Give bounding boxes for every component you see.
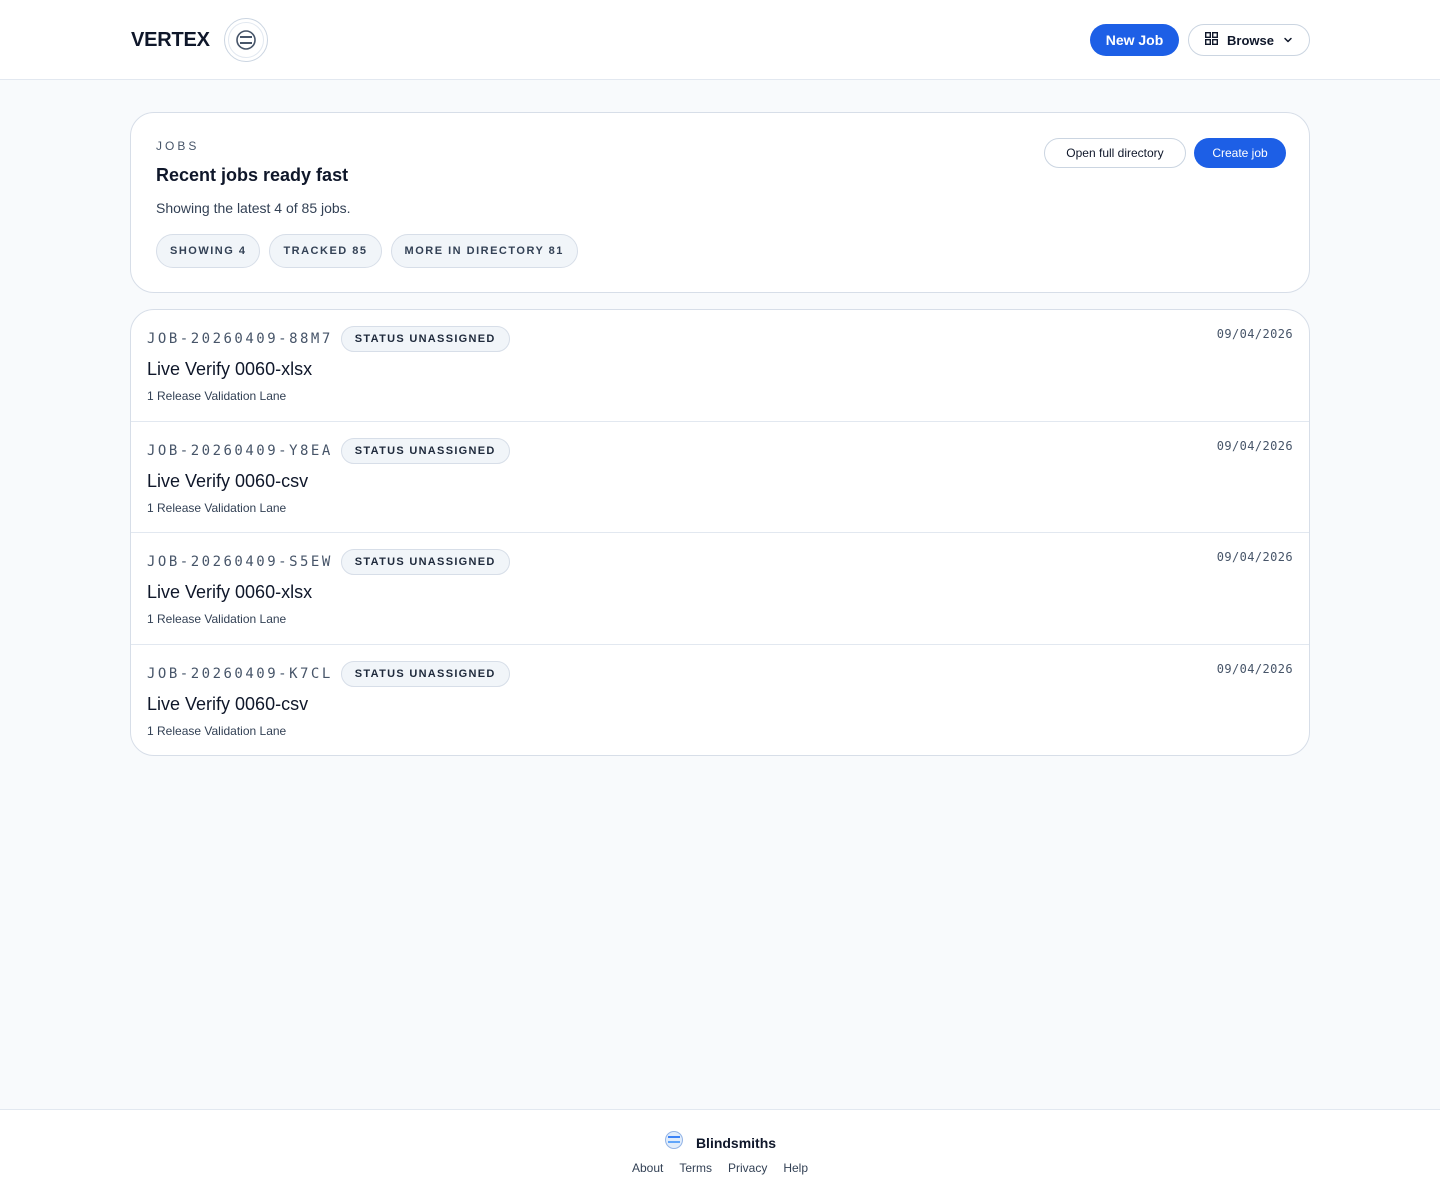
job-date: 09/04/2026 <box>1216 438 1293 453</box>
job-id: JOB-20260409-S5EW <box>147 554 333 570</box>
showing-count-pill: SHOWING 4 <box>156 234 261 268</box>
footer-brand-name: Blindsmiths <box>695 1134 777 1151</box>
job-id: JOB-20260409-K7CL <box>147 665 333 682</box>
grid-icon <box>1205 31 1219 48</box>
job-list-item[interactable]: JOB-20260409-K7CL STATUS UNASSIGNED Live… <box>131 645 1309 756</box>
footer-link-help[interactable]: Help <box>783 1161 808 1175</box>
brand-name: VERTEX <box>131 28 210 51</box>
job-lane: 1 Release Validation Lane <box>147 612 287 626</box>
brand[interactable]: VERTEX <box>131 18 268 62</box>
open-full-directory-button[interactable]: Open full directory <box>1044 138 1186 168</box>
summary-pills: SHOWING 4 TRACKED 85 MORE IN DIRECTORY 8… <box>156 234 578 268</box>
job-date: 09/04/2026 <box>1216 327 1293 341</box>
status-badge: STATUS UNASSIGNED <box>340 326 510 352</box>
job-date: 09/04/2026 <box>1216 661 1293 676</box>
status-badge: STATUS UNASSIGNED <box>340 660 510 687</box>
footer-link-privacy[interactable]: Privacy <box>728 1161 767 1175</box>
top-navigation: VERTEX New Job Browse <box>0 0 1440 80</box>
status-badge: STATUS UNASSIGNED <box>340 437 510 464</box>
job-title: Live Verify 0060-csv <box>147 693 309 714</box>
job-id: JOB-20260409-Y8EA <box>147 442 333 459</box>
chevron-down-icon <box>1283 33 1293 48</box>
footer-brand: Blindsmiths <box>0 1130 1440 1155</box>
section-eyebrow: JOBS <box>156 139 200 153</box>
site-footer: Blindsmiths About Terms Privacy Help <box>0 1109 1440 1200</box>
job-title: Live Verify 0060-csv <box>147 470 309 491</box>
blindsmiths-logo-icon <box>664 1130 684 1155</box>
job-title: Live Verify 0060-xlsx <box>147 582 313 602</box>
job-list-item[interactable]: JOB-20260409-88M7 STATUS UNASSIGNED Live… <box>131 310 1309 422</box>
browse-label: Browse <box>1227 32 1274 48</box>
job-date: 09/04/2026 <box>1216 550 1293 564</box>
page-title: Recent jobs ready fast <box>156 165 349 185</box>
jobs-list: JOB-20260409-88M7 STATUS UNASSIGNED Live… <box>130 309 1310 756</box>
browse-button[interactable]: Browse <box>1188 24 1310 56</box>
job-lane: 1 Release Validation Lane <box>147 389 287 403</box>
status-badge: STATUS UNASSIGNED <box>340 549 510 575</box>
footer-links: About Terms Privacy Help <box>0 1161 1440 1175</box>
footer-link-terms[interactable]: Terms <box>679 1161 712 1175</box>
job-lane: 1 Release Validation Lane <box>147 723 287 738</box>
job-lane: 1 Release Validation Lane <box>147 500 287 515</box>
create-job-button[interactable]: Create job <box>1194 138 1286 168</box>
brand-logo-icon <box>223 18 268 62</box>
directory-count-pill: MORE IN DIRECTORY 81 <box>390 234 578 268</box>
summary-subtitle: Showing the latest 4 of 85 jobs. <box>156 200 351 216</box>
job-list-item[interactable]: JOB-20260409-Y8EA STATUS UNASSIGNED Live… <box>131 422 1309 533</box>
job-id: JOB-20260409-88M7 <box>147 331 333 347</box>
jobs-summary-card: JOBS Recent jobs ready fast Showing the … <box>130 112 1310 293</box>
job-title: Live Verify 0060-xlsx <box>147 359 313 379</box>
new-job-button[interactable]: New Job <box>1090 24 1179 56</box>
footer-link-about[interactable]: About <box>632 1161 663 1175</box>
job-list-item[interactable]: JOB-20260409-S5EW STATUS UNASSIGNED Live… <box>131 533 1309 645</box>
tracked-count-pill: TRACKED 85 <box>269 234 382 268</box>
